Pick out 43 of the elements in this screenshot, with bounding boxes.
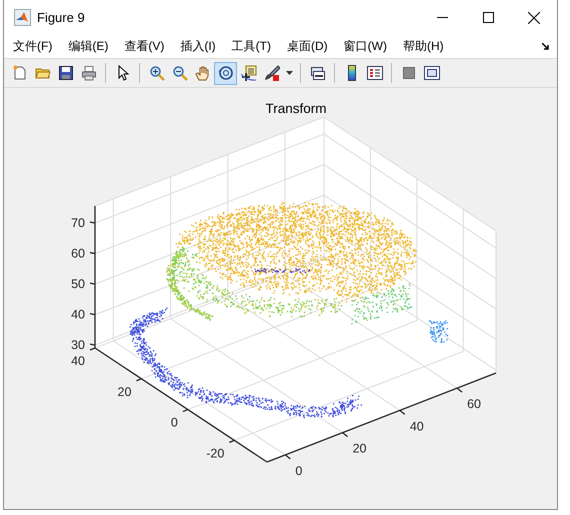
x-tick-label: 20 [352,442,366,456]
y-tick-label: 20 [118,384,132,399]
menu-item[interactable]: 桌面(D) [280,36,334,57]
y-tick-label: 0 [170,416,178,430]
save-icon [58,65,74,81]
menu-item[interactable]: 插入(I) [174,36,222,57]
z-tick-label: 30 [71,338,85,352]
x-tick-label: 40 [410,419,424,434]
dock-arrow-icon[interactable] [542,42,550,50]
zoom-out-icon [172,65,188,81]
window-title: Figure 9 [37,10,86,25]
x-tick-label: 0 [295,464,302,478]
pan-hand-icon [194,65,210,81]
rotate-3d-button[interactable] [214,62,237,84]
y-tick-label: 40 [71,354,85,368]
menu-item[interactable]: 工具(T) [226,36,277,57]
maximize-icon [482,12,494,23]
zoom-in-icon [148,65,164,81]
z-tick-label: 50 [71,277,85,292]
point-cluster [429,320,448,343]
close-icon [528,12,540,24]
app-logo-icon [14,9,31,26]
menu-item[interactable]: 帮助(H) [396,36,450,57]
new-file-icon [12,65,28,81]
legend-icon [366,65,382,81]
menu-item[interactable]: 窗口(W) [338,36,393,57]
menu-item[interactable]: 查看(V) [118,36,170,57]
y-tick-label: -20 [206,446,224,460]
caret-icon [286,71,292,75]
hide-plot-tools-icon [400,65,416,81]
z-tick-label: 40 [71,308,85,322]
menu-item[interactable]: 编辑(E) [62,36,114,57]
data-cursor-icon [240,65,256,81]
show-plot-tools-icon [424,65,440,81]
print-icon [80,65,96,81]
brush-icon [264,65,280,81]
menu-item[interactable]: 文件(F) [7,36,58,57]
plot-title: Transform [266,101,326,116]
z-tick-label: 70 [71,216,85,230]
x-tick-label: 60 [467,397,481,412]
rotate-3d-icon [218,65,234,81]
z-tick-label: 60 [71,246,85,261]
link-plot-icon [310,65,326,81]
